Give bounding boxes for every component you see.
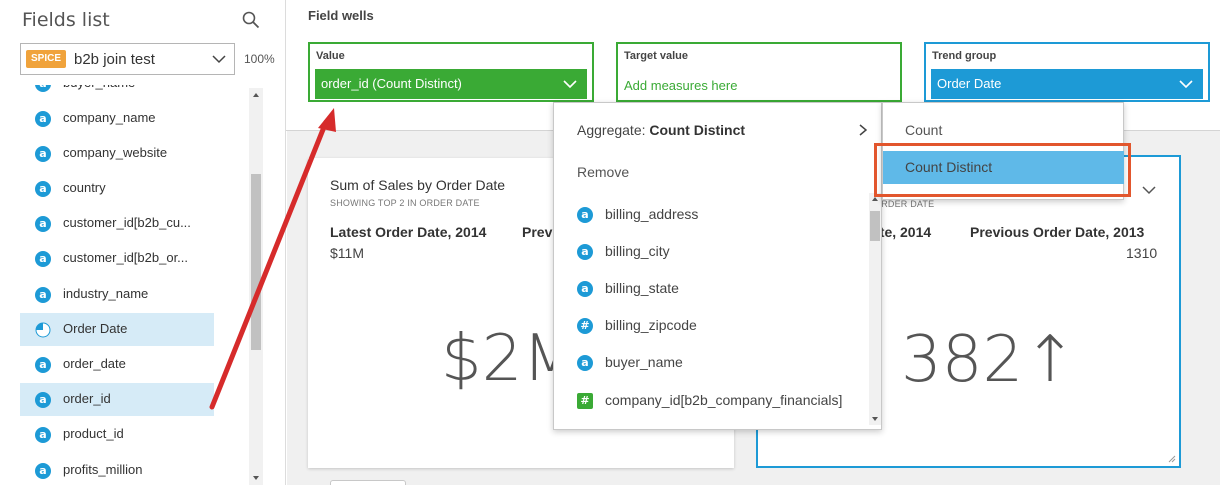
- field-label: buyer_name: [63, 85, 135, 90]
- visual-title: Sum of Sales by Order Date: [330, 177, 506, 193]
- field-label: profits_million: [63, 462, 143, 477]
- trend-group-well[interactable]: Trend group Order Date: [924, 42, 1210, 102]
- field-label: order_id: [63, 391, 111, 406]
- chevron-down-icon: [1179, 80, 1193, 89]
- field-item-company-website[interactable]: a company_website: [20, 137, 214, 170]
- kpi-big-number: 382↑: [901, 323, 1077, 397]
- field-context-menu: Aggregate: Count Distinct Remove a billi…: [553, 102, 882, 430]
- latest-period-label: Latest Order Date, 2014: [330, 224, 487, 240]
- aggregate-option-count[interactable]: Count: [905, 122, 942, 138]
- dataset-name: b2b join test: [74, 51, 155, 68]
- fields-list-title: Fields list: [22, 9, 110, 31]
- visual-subtitle: ORDER DATE: [874, 199, 935, 209]
- string-field-icon: a: [35, 287, 51, 303]
- quicksight-editor: Fields list SPICE b2b join test 100% a b…: [0, 0, 1220, 485]
- field-item-product-id[interactable]: a product_id: [20, 418, 214, 451]
- trend-well-label: Trend group: [932, 50, 997, 62]
- field-item-industry-name[interactable]: a industry_name: [20, 278, 214, 311]
- field-list-scrollbar[interactable]: [249, 88, 263, 485]
- visual-subtitle: SHOWING TOP 2 IN ORDER DATE: [330, 198, 480, 208]
- string-field-icon: a: [577, 207, 593, 223]
- aggregate-value: Count Distinct: [649, 122, 746, 138]
- string-field-icon: a: [35, 392, 51, 408]
- previous-period-label: Previous Order Date, 2013: [970, 224, 1145, 240]
- string-field-icon: a: [35, 111, 51, 127]
- scroll-up-icon[interactable]: [249, 88, 263, 102]
- string-field-icon: a: [577, 281, 593, 297]
- latest-period-value: $11M: [330, 245, 364, 261]
- field-list: a buyer_name a company_name a company_we…: [20, 85, 247, 485]
- remove-menu-item[interactable]: Remove: [577, 164, 629, 180]
- field-item-customer-id-cu[interactable]: a customer_id[b2b_cu...: [20, 207, 214, 240]
- field-item-country[interactable]: a country: [20, 172, 214, 205]
- field-label: country: [63, 180, 106, 195]
- menu-scrollbar[interactable]: [869, 193, 881, 425]
- field-item-customer-id-or[interactable]: a customer_id[b2b_or...: [20, 242, 214, 275]
- target-well-label: Target value: [624, 50, 688, 62]
- chevron-down-icon: [563, 80, 577, 89]
- menu-field-label: billing_address: [605, 206, 699, 222]
- chevron-down-icon: [212, 55, 226, 64]
- scroll-down-icon[interactable]: [249, 471, 263, 485]
- value-well-label: Value: [316, 50, 345, 62]
- add-measures-placeholder[interactable]: Add measures here: [624, 78, 737, 93]
- aggregate-prefix: Aggregate:: [577, 122, 650, 138]
- string-field-icon: a: [35, 251, 51, 267]
- string-field-icon: a: [35, 146, 51, 162]
- string-field-icon: a: [577, 244, 593, 260]
- chevron-down-icon[interactable]: [1142, 185, 1156, 195]
- string-field-icon: a: [35, 357, 51, 373]
- field-label: industry_name: [63, 286, 149, 301]
- scroll-down-icon[interactable]: [869, 413, 881, 425]
- annotation-highlight-box: [874, 143, 1131, 197]
- target-value-well[interactable]: Target value Add measures here: [616, 42, 902, 102]
- previous-period-value: 1310: [1126, 245, 1158, 261]
- menu-field-label: buyer_name: [605, 354, 683, 370]
- field-item-buyer-name[interactable]: a buyer_name: [20, 85, 214, 100]
- value-field-pill-label: order_id (Count Distinct): [321, 76, 462, 91]
- string-field-icon: a: [35, 216, 51, 232]
- canvas-control[interactable]: [330, 480, 406, 485]
- string-field-icon: a: [35, 181, 51, 197]
- field-label: customer_id[b2b_cu...: [63, 215, 191, 230]
- search-icon[interactable]: [242, 11, 260, 29]
- scrollbar-thumb[interactable]: [870, 211, 880, 241]
- field-label: company_website: [63, 145, 168, 160]
- resize-handle-icon[interactable]: [1168, 455, 1176, 463]
- menu-field-label: billing_state: [605, 280, 679, 296]
- numeric-measure-icon: #: [577, 393, 593, 409]
- menu-field-label: billing_zipcode: [605, 317, 697, 333]
- trend-field-pill-label: Order Date: [937, 76, 1002, 91]
- numeric-field-icon: #: [577, 318, 593, 334]
- aggregate-menu-item[interactable]: Aggregate: Count Distinct: [577, 122, 745, 138]
- clock-icon: [35, 322, 51, 338]
- field-label: customer_id[b2b_or...: [63, 250, 189, 265]
- field-item-order-id-selected[interactable]: a order_id: [20, 383, 214, 416]
- field-label: company_name: [63, 110, 156, 125]
- scrollbar-thumb[interactable]: [251, 174, 261, 350]
- spice-usage-percent: 100%: [244, 52, 275, 66]
- field-item-order-date-selected[interactable]: Order Date: [20, 313, 214, 346]
- string-field-icon: a: [35, 427, 51, 443]
- chevron-right-icon: [859, 124, 867, 136]
- fields-list-panel: Fields list SPICE b2b join test 100% a b…: [0, 0, 286, 485]
- previous-period-label: Previ: [522, 224, 557, 240]
- field-label: order_date: [63, 356, 126, 371]
- field-item-order-date[interactable]: a order_date: [20, 348, 214, 381]
- dataset-dropdown[interactable]: SPICE b2b join test: [20, 43, 235, 75]
- value-well[interactable]: Value order_id (Count Distinct): [308, 42, 594, 102]
- string-field-icon: a: [577, 355, 593, 371]
- field-item-profits-million[interactable]: a profits_million: [20, 454, 214, 485]
- spice-badge: SPICE: [26, 50, 67, 68]
- menu-field-label: company_id[b2b_company_financials]: [605, 392, 843, 408]
- field-label: product_id: [63, 426, 124, 441]
- field-wells-title: Field wells: [308, 8, 374, 23]
- value-field-pill[interactable]: order_id (Count Distinct): [315, 69, 587, 99]
- string-field-icon: a: [35, 85, 51, 92]
- field-item-company-name[interactable]: a company_name: [20, 102, 214, 135]
- field-label: Order Date: [63, 321, 128, 336]
- string-field-icon: a: [35, 463, 51, 479]
- menu-field-label: billing_city: [605, 243, 670, 259]
- trend-field-pill[interactable]: Order Date: [931, 69, 1203, 99]
